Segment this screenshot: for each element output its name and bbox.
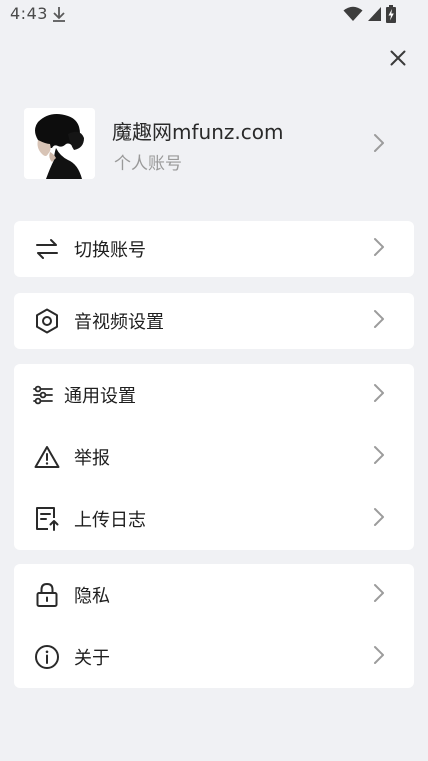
download-icon [51,5,67,27]
profile-name: 魔趣网mfunz.com [112,120,284,144]
signal-icon [367,6,382,26]
status-bar: 4:43 [0,0,428,30]
profile-row[interactable]: 魔趣网mfunz.com 个人账号 [0,100,428,186]
chevron-right-icon [372,383,386,407]
chevron-right-icon [372,133,386,157]
av-settings-label: 音视频设置 [74,312,164,333]
privacy-card: 隐私 关于 [14,564,414,688]
profile-subtitle: 个人账号 [114,154,182,174]
report-item[interactable]: 举报 [14,426,414,488]
close-icon [390,50,406,66]
upload-log-label: 上传日志 [74,510,146,531]
warning-icon [34,444,60,470]
wifi-icon [343,6,363,26]
hexagon-settings-icon [34,308,60,334]
account-card: 切换账号 [14,221,414,277]
chevron-right-icon [372,507,386,531]
about-item[interactable]: 关于 [14,626,414,688]
lock-icon [34,582,60,608]
av-settings-item[interactable]: 音视频设置 [14,293,414,349]
avatar [24,108,95,179]
settings-screen: 4:43 魔趣网mfunz.com 个人账号 切换账号 音视频设置 通用设置 举… [0,0,428,761]
chevron-right-icon [372,583,386,607]
upload-document-icon [34,506,60,532]
close-button[interactable] [384,44,412,72]
battery-charging-icon [386,5,396,27]
sliders-icon [30,382,56,408]
chevron-right-icon [372,645,386,669]
av-card: 音视频设置 [14,293,414,349]
switch-arrows-icon [34,236,60,262]
chevron-right-icon [372,445,386,469]
switch-account-item[interactable]: 切换账号 [14,221,414,277]
report-label: 举报 [74,448,110,469]
general-settings-item[interactable]: 通用设置 [14,364,414,426]
chevron-right-icon [372,237,386,261]
chevron-right-icon [372,309,386,333]
privacy-label: 隐私 [74,586,110,607]
status-time: 4:43 [10,4,48,23]
privacy-item[interactable]: 隐私 [14,564,414,626]
status-icons [343,5,396,27]
info-icon [34,644,60,670]
general-card: 通用设置 举报 上传日志 [14,364,414,550]
general-settings-label: 通用设置 [64,386,136,407]
upload-log-item[interactable]: 上传日志 [14,488,414,550]
about-label: 关于 [74,648,110,669]
switch-account-label: 切换账号 [74,240,146,261]
